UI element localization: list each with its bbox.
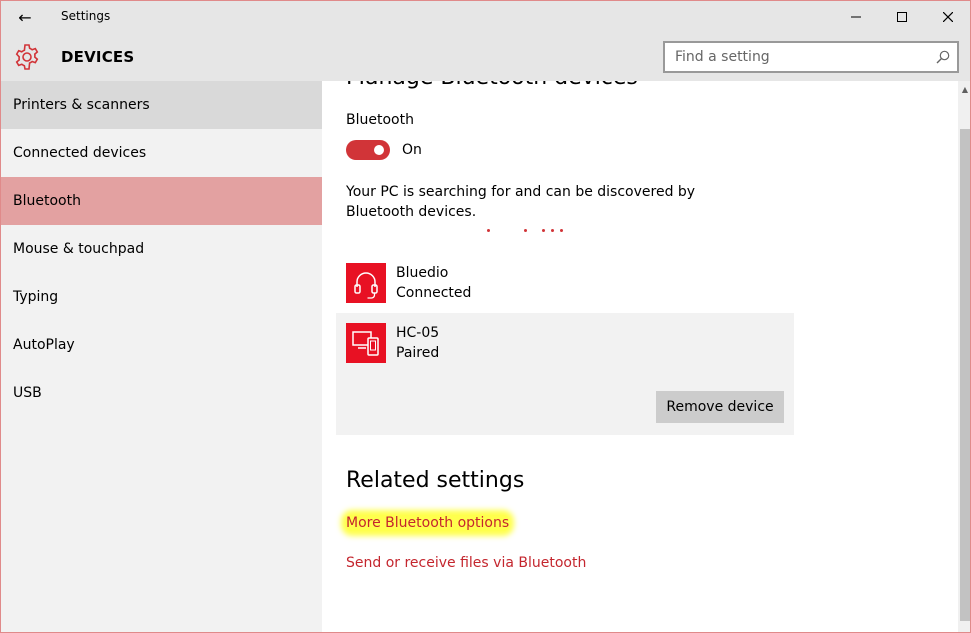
sidebar-item-label: Typing xyxy=(13,289,59,305)
minimize-icon xyxy=(851,16,861,18)
devices-icon xyxy=(346,323,386,363)
sidebar-item-label: Printers & scanners xyxy=(13,97,150,113)
title-bar: ← Settings xyxy=(1,1,970,33)
toggle-state-label: On xyxy=(402,142,422,158)
bluetooth-label: Bluetooth xyxy=(346,112,414,128)
search-input[interactable] xyxy=(665,43,925,71)
device-status: Connected xyxy=(396,285,472,301)
sidebar-item-typing[interactable]: Typing xyxy=(1,273,322,321)
sidebar-item-printers-scanners[interactable]: Printers & scanners xyxy=(1,81,322,129)
settings-window: ← Settings DEVICES Printer xyxy=(0,0,971,633)
progress-dot xyxy=(560,229,563,232)
progress-dot xyxy=(487,229,490,232)
sidebar-item-label: Connected devices xyxy=(13,145,147,161)
remove-device-button[interactable]: Remove device xyxy=(656,391,784,423)
search-icon[interactable] xyxy=(935,49,951,65)
close-icon xyxy=(943,12,953,22)
sidebar-item-usb[interactable]: USB xyxy=(1,369,322,417)
sidebar-item-label: Mouse & touchpad xyxy=(13,241,145,257)
sidebar-item-bluetooth[interactable]: Bluetooth xyxy=(1,177,322,225)
bluetooth-toggle[interactable] xyxy=(346,140,390,160)
minimize-button[interactable] xyxy=(833,1,879,33)
scroll-thumb[interactable] xyxy=(960,129,970,621)
sidebar-item-label: AutoPlay xyxy=(13,337,75,353)
send-receive-files-link[interactable]: Send or receive files via Bluetooth xyxy=(346,555,586,571)
section-title: DEVICES xyxy=(61,48,135,66)
progress-dot xyxy=(542,229,545,232)
main-content: Manage Bluetooth devices Bluetooth On Yo… xyxy=(322,81,958,632)
sidebar-nav: Printers & scanners Connected devices Bl… xyxy=(1,81,322,632)
window-title: Settings xyxy=(61,9,111,23)
settings-header: DEVICES xyxy=(1,33,970,81)
content-scrollbar[interactable]: ▲ xyxy=(958,81,970,632)
device-item-bluedio[interactable]: Bluedio Connected xyxy=(336,253,794,313)
close-button[interactable] xyxy=(925,1,970,33)
headset-icon xyxy=(346,263,386,303)
device-item-hc-05[interactable]: HC-05 Paired Remove device xyxy=(336,313,794,435)
back-arrow-icon[interactable]: ← xyxy=(9,5,41,29)
progress-dot xyxy=(524,229,527,232)
maximize-button[interactable] xyxy=(879,1,925,33)
device-status: Paired xyxy=(396,345,440,361)
page-title: Manage Bluetooth devices xyxy=(346,81,638,90)
maximize-icon xyxy=(897,12,907,22)
device-name: Bluedio xyxy=(396,265,449,281)
sidebar-item-connected-devices[interactable]: Connected devices xyxy=(1,129,322,177)
related-settings-heading: Related settings xyxy=(346,468,525,493)
toggle-knob xyxy=(374,145,384,155)
discovery-description: Your PC is searching for and can be disc… xyxy=(346,184,696,220)
more-bluetooth-options-link[interactable]: More Bluetooth options xyxy=(346,515,510,531)
sidebar-item-label: Bluetooth xyxy=(13,193,81,209)
search-box[interactable] xyxy=(663,41,959,73)
device-name: HC-05 xyxy=(396,325,440,341)
progress-dot xyxy=(551,229,554,232)
gear-icon xyxy=(15,44,39,70)
sidebar-item-mouse-touchpad[interactable]: Mouse & touchpad xyxy=(1,225,322,273)
sidebar-item-label: USB xyxy=(13,385,42,401)
sidebar-item-autoplay[interactable]: AutoPlay xyxy=(1,321,322,369)
scroll-up-icon[interactable]: ▲ xyxy=(958,81,970,97)
